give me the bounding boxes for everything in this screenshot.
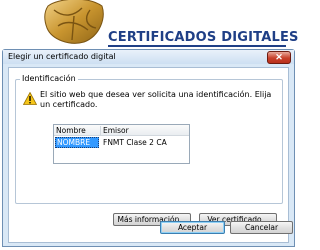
- cancel-button[interactable]: Cancelar: [230, 221, 293, 234]
- close-button[interactable]: ✕: [267, 51, 291, 64]
- certificate-list[interactable]: Nombre Emisor NOMBRE FNMT Clase 2 CA: [53, 124, 190, 164]
- request-message: El sitio web que desea ver solicita una …: [40, 90, 272, 109]
- warning-icon: [23, 92, 37, 105]
- certificate-dialog: Elegir un certificado digital ✕ Identifi…: [2, 49, 295, 247]
- column-header-issuer[interactable]: Emisor: [103, 126, 129, 135]
- banner-title: CERTIFICADOS DIGITALES: [108, 30, 299, 45]
- identification-group: Identificación El sitio web que desea ve…: [15, 74, 283, 204]
- banner-underline: [108, 45, 286, 47]
- close-icon: ✕: [275, 52, 283, 62]
- dialog-titlebar[interactable]: Elegir un certificado digital ✕: [3, 50, 294, 64]
- column-divider: [100, 126, 101, 135]
- cert-issuer-cell[interactable]: FNMT Clase 2 CA: [103, 137, 167, 148]
- dialog-title: Elegir un certificado digital: [8, 52, 116, 61]
- list-header: Nombre Emisor: [54, 125, 189, 136]
- cert-name-cell[interactable]: NOMBRE: [55, 137, 99, 148]
- banner: CERTIFICADOS DIGITALES: [0, 0, 300, 47]
- table-row[interactable]: NOMBRE FNMT Clase 2 CA: [54, 137, 189, 148]
- column-header-name[interactable]: Nombre: [56, 126, 86, 135]
- dialog-content: Identificación El sitio web que desea ve…: [8, 67, 289, 243]
- group-label: Identificación: [20, 74, 78, 83]
- accept-button[interactable]: Aceptar: [160, 221, 225, 234]
- smartcard-chip-logo: [44, 0, 104, 44]
